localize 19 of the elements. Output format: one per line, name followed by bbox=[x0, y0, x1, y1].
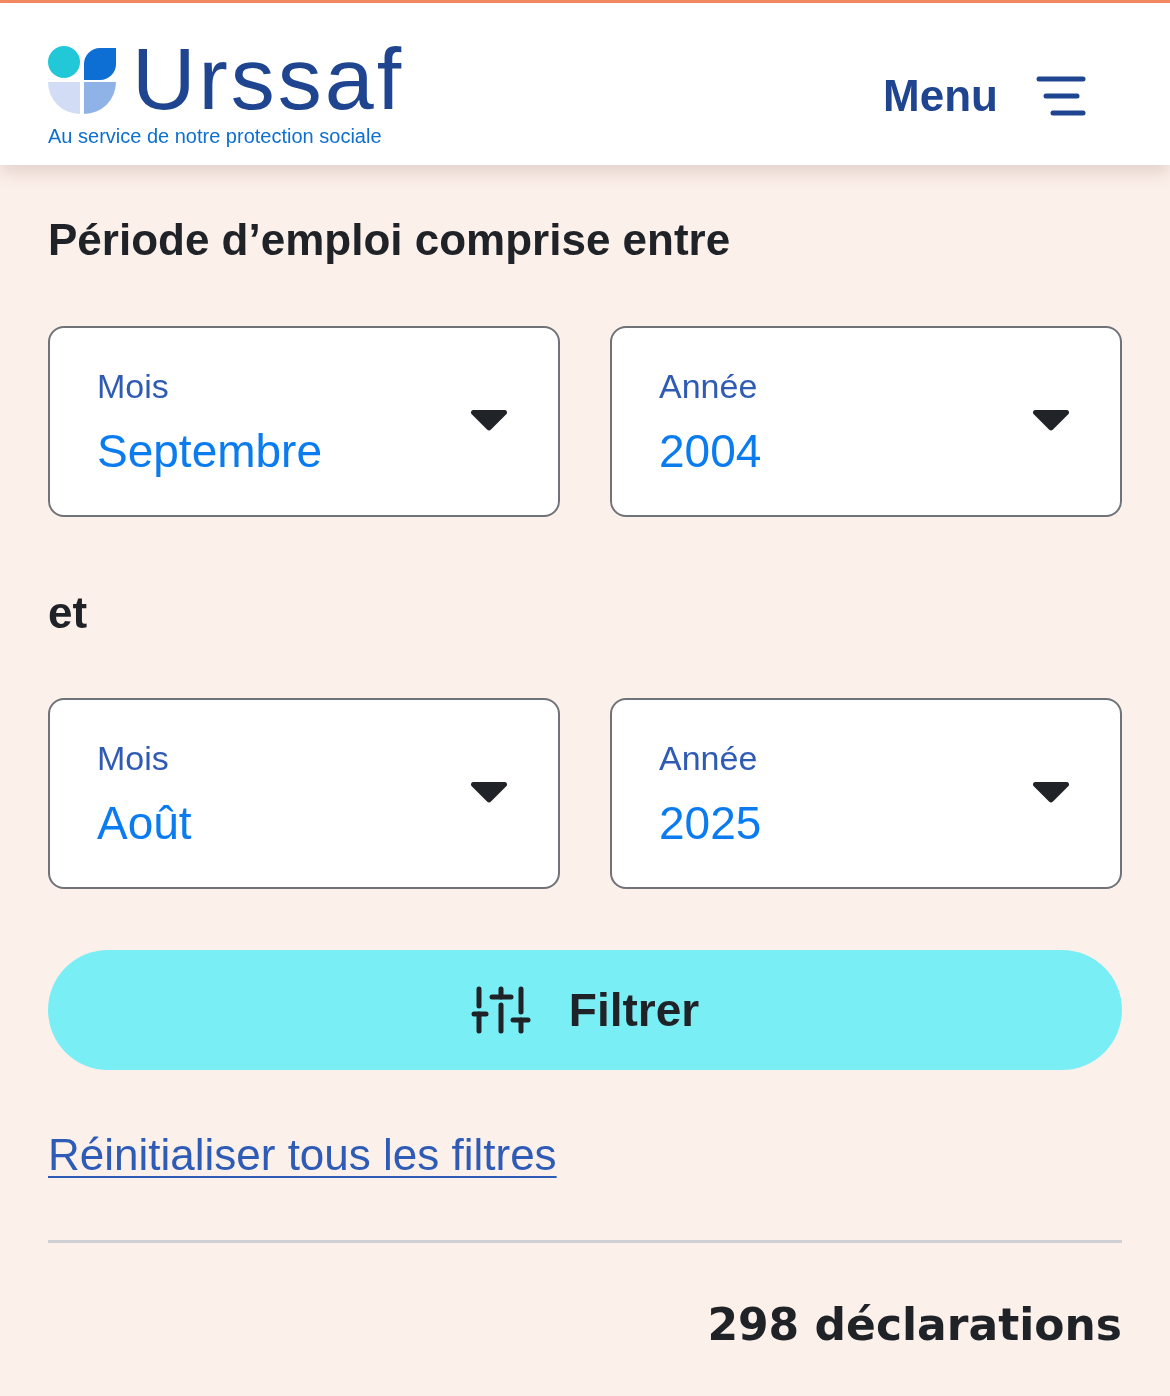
caret-icon bbox=[1031, 407, 1071, 432]
logo-wordmark: Urssaf bbox=[132, 44, 405, 114]
logo-tagline: Au service de notre protection sociale bbox=[48, 124, 383, 148]
sliders-icon bbox=[470, 986, 531, 1034]
dropdown-field[interactable]: Mois Août bbox=[48, 698, 560, 889]
filter-button[interactable]: Filtrer bbox=[48, 950, 1122, 1070]
caret-icon bbox=[1031, 779, 1071, 804]
reset-filters-link[interactable]: Réinitialiser tous les filtres bbox=[48, 1127, 557, 1183]
caret-icon bbox=[469, 407, 509, 432]
menu-icon bbox=[1036, 76, 1086, 116]
logo-icon bbox=[48, 46, 116, 114]
caret-icon bbox=[469, 779, 509, 804]
connector-text: et bbox=[48, 587, 89, 639]
dropdown-field[interactable]: Année 2004 bbox=[610, 326, 1122, 517]
results-count: 298 déclarations bbox=[707, 1298, 1122, 1352]
dropdown-field[interactable]: Mois Septembre bbox=[48, 326, 560, 517]
section-heading: Période d’emploi comprise entre bbox=[48, 214, 732, 266]
dropdown-field[interactable]: Année 2025 bbox=[610, 698, 1122, 889]
menu-button[interactable]: Menu bbox=[883, 71, 1086, 121]
